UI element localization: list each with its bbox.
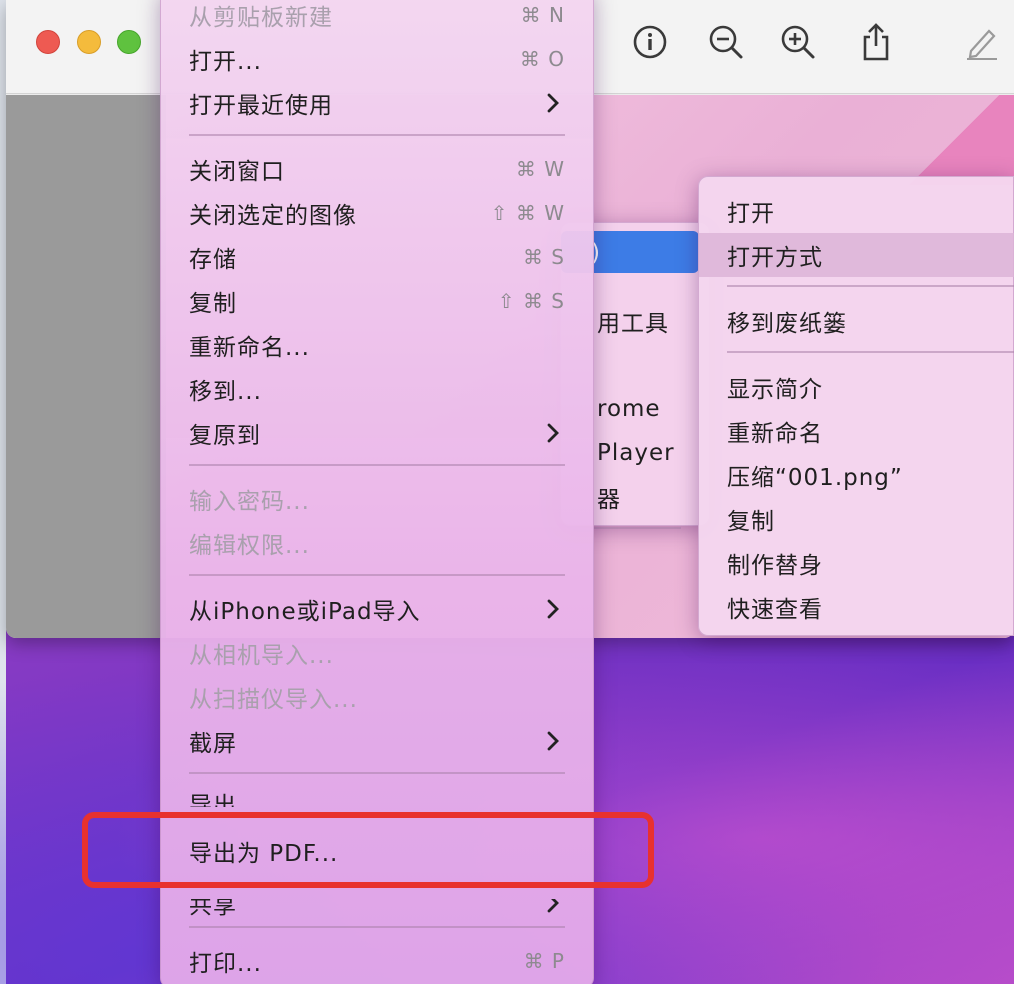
menu-separator [189, 926, 565, 928]
context-item-compress[interactable]: 压缩“001.png” [699, 455, 1014, 495]
menu-item-revert-to[interactable]: 复原到 [161, 413, 595, 453]
menu-item-close-window[interactable]: 关闭窗口 ⌘ W [161, 149, 595, 189]
menu-item-enter-password[interactable]: 输入密码... [161, 479, 595, 519]
menu-item-open[interactable]: 打开... ⌘ O [161, 39, 595, 79]
chevron-right-icon [547, 899, 559, 913]
menu-item-open-recent[interactable]: 打开最近使用 [161, 83, 595, 123]
close-window-button[interactable] [36, 30, 60, 54]
menu-item-move-to[interactable]: 移到... [161, 369, 595, 409]
context-item-open-with[interactable]: 打开方式 [699, 235, 1014, 275]
context-item-rename[interactable]: 重新命名 [699, 411, 1014, 451]
menu-separator [189, 574, 565, 576]
menu-item-close-selected-image[interactable]: 关闭选定的图像 ⇧ ⌘ W [161, 193, 595, 233]
context-item-get-info[interactable]: 显示简介 [699, 367, 1014, 407]
menu-item-new-from-clipboard[interactable]: 从剪贴板新建 ⌘ N [161, 0, 595, 35]
menu-item-import-from-iphone[interactable]: 从iPhone或iPad导入 [161, 589, 595, 629]
menu-item-screenshot[interactable]: 截屏 [161, 721, 595, 761]
chevron-right-icon [547, 731, 559, 751]
menu-separator [189, 134, 565, 136]
menu-item-import-from-scanner[interactable]: 从扫描仪导入... [161, 677, 595, 717]
zoom-out-icon[interactable] [704, 20, 748, 64]
minimize-window-button[interactable] [77, 30, 101, 54]
file-context-menu: 打开 打开方式 移到废纸篓 显示简介 重新命名 压缩“001.png” 复制 制… [698, 176, 1014, 636]
zoom-window-button[interactable] [117, 30, 141, 54]
menu-separator [189, 772, 565, 774]
context-item-move-to-trash[interactable]: 移到废纸篓 [699, 301, 1014, 341]
sidebar-area [6, 95, 166, 638]
markup-pen-icon[interactable] [960, 20, 1004, 64]
menu-item-share[interactable]: 共享 [161, 899, 595, 923]
context-item-make-alias[interactable]: 制作替身 [699, 543, 1014, 583]
chevron-right-icon [547, 599, 559, 619]
chevron-right-icon [547, 93, 559, 113]
menu-separator [727, 285, 1014, 287]
context-item-open[interactable]: 打开 [699, 191, 1014, 231]
menu-separator [727, 351, 1014, 353]
zoom-in-icon[interactable] [776, 20, 820, 64]
menu-item-rename[interactable]: 重新命名... [161, 325, 595, 365]
menu-item-import-from-camera[interactable]: 从相机导入... [161, 633, 595, 673]
annotation-highlight-box [82, 812, 654, 888]
menu-separator [189, 464, 565, 466]
share-icon[interactable] [854, 20, 898, 64]
context-item-duplicate[interactable]: 复制 [699, 499, 1014, 539]
info-icon[interactable] [628, 20, 672, 64]
menu-item-save[interactable]: 存储 ⌘ S [161, 237, 595, 277]
menu-separator [591, 527, 681, 529]
chevron-right-icon [547, 423, 559, 443]
menu-item-edit-permissions[interactable]: 编辑权限... [161, 523, 595, 563]
menu-item-print[interactable]: 打印... ⌘ P [161, 941, 595, 981]
image-decoration [894, 95, 1014, 185]
context-item-quick-look[interactable]: 快速查看 [699, 587, 1014, 627]
menu-item-duplicate[interactable]: 复制 ⇧ ⌘ S [161, 281, 595, 321]
